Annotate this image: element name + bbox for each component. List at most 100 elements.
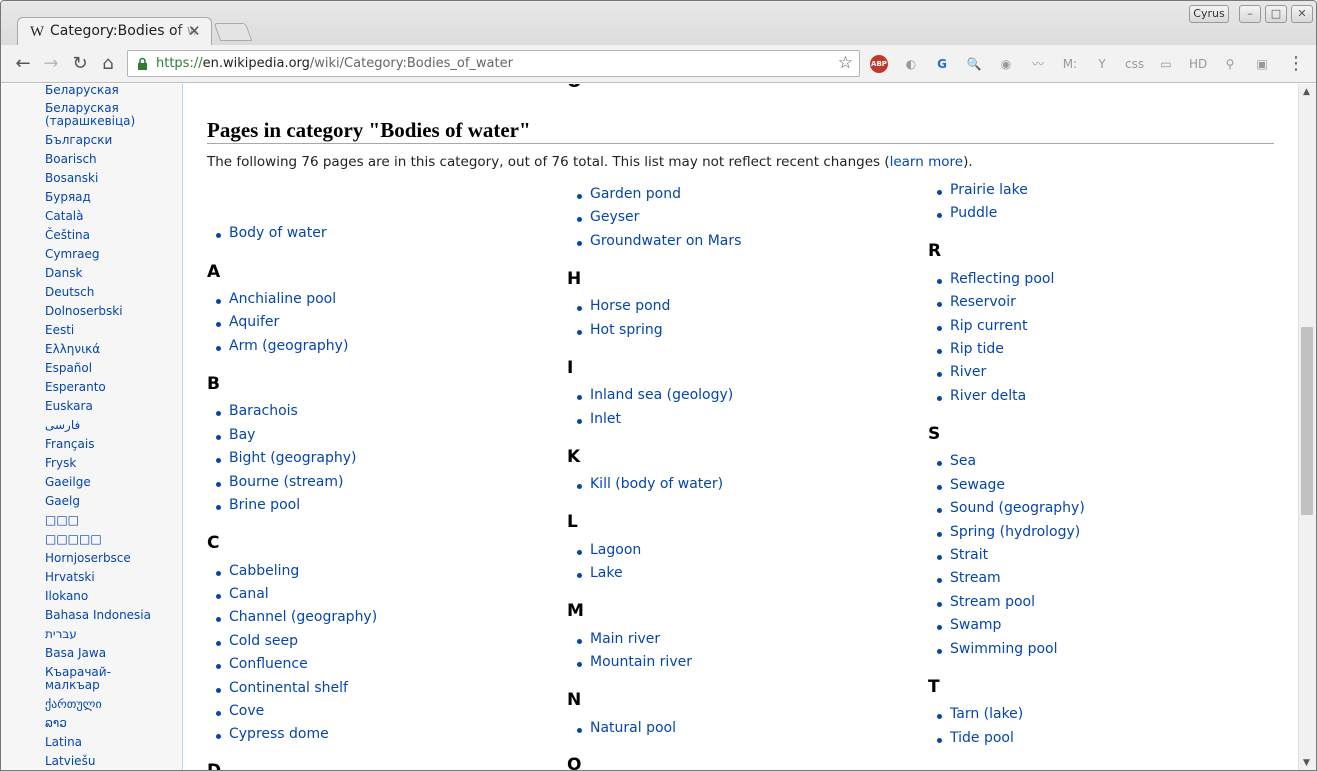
category-page-link[interactable]: Strait [936, 547, 988, 563]
category-page-link[interactable]: Stream pool [936, 594, 1035, 610]
maximize-icon[interactable]: □ [1265, 5, 1287, 23]
language-link[interactable]: Latviešu [45, 755, 95, 768]
mask-icon[interactable]: ▣ [1253, 55, 1271, 73]
category-page-link[interactable]: Cold seep [216, 633, 298, 649]
forward-icon[interactable]: → [39, 52, 63, 76]
css-icon[interactable]: css [1125, 55, 1144, 73]
category-page-link[interactable]: Mountain river [577, 654, 692, 670]
language-link[interactable]: □□□□□ [45, 533, 102, 546]
language-link[interactable]: Deutsch [45, 286, 94, 299]
home-icon[interactable]: ⌂ [96, 52, 120, 76]
reload-icon[interactable]: ↻ [68, 52, 92, 76]
language-link[interactable]: Français [45, 438, 94, 451]
scrollbar[interactable]: ▲ ▼ [1298, 84, 1316, 770]
search-ext-icon[interactable]: 🔍 [965, 55, 983, 73]
folder-icon[interactable]: ▭ [1157, 55, 1175, 73]
language-link[interactable]: Čeština [45, 229, 90, 242]
category-page-link[interactable]: River delta [936, 388, 1026, 404]
bookmark-star-icon[interactable]: ☆ [838, 53, 853, 73]
language-link[interactable]: Беларуская [45, 84, 119, 97]
category-page-link[interactable]: Sound (geography) [937, 500, 1085, 516]
category-page-link[interactable]: Puddle [936, 205, 997, 221]
language-link[interactable]: Ελληνικά [45, 343, 100, 356]
category-page-link[interactable]: Prairie lake [937, 182, 1028, 198]
language-link[interactable]: Hrvatski [45, 571, 95, 584]
language-link[interactable]: ລາວ [45, 717, 67, 730]
category-page-link[interactable]: Swimming pool [937, 641, 1058, 657]
category-page-link[interactable]: Natural pool [577, 720, 676, 736]
category-page-link[interactable]: Channel (geography) [215, 609, 377, 625]
category-page-link[interactable]: Swamp [936, 617, 1001, 633]
category-page-link[interactable]: Tarn (lake) [936, 706, 1023, 722]
category-page-link[interactable]: Continental shelf [216, 680, 348, 696]
category-page-link[interactable]: Cabbeling [215, 563, 299, 579]
category-page-link[interactable]: Lake [577, 565, 623, 581]
category-page-link[interactable]: Inlet [577, 411, 621, 427]
language-link[interactable]: עברית [45, 628, 77, 641]
category-page-link[interactable]: Anchialine pool [215, 291, 336, 307]
hd-icon[interactable]: HD [1189, 55, 1207, 73]
close-tab-icon[interactable]: ✕ [188, 22, 201, 40]
m-icon[interactable]: M: [1061, 55, 1079, 73]
translate-icon[interactable]: G [933, 55, 951, 73]
category-page-link[interactable]: Bay [215, 427, 255, 443]
menu-icon[interactable]: ⋮ [1284, 52, 1308, 76]
category-page-link[interactable]: Reflecting pool [936, 271, 1054, 287]
back-icon[interactable]: ← [11, 52, 35, 76]
category-page-link[interactable]: Tide pool [937, 730, 1014, 746]
language-link[interactable]: Bosanski [45, 172, 98, 185]
address-bar[interactable]: https://en.wikipedia.org/wiki/Category:B… [127, 50, 860, 77]
close-window-icon[interactable]: ✕ [1291, 5, 1313, 23]
language-link[interactable]: Euskara [45, 400, 93, 413]
category-page-link[interactable]: Stream [937, 570, 1001, 586]
category-page-link[interactable]: Rip tide [937, 341, 1004, 357]
language-link[interactable]: Къарачай-малкъар [45, 666, 145, 692]
language-link[interactable]: Català [45, 210, 83, 223]
language-link[interactable]: Basa Jawa [45, 647, 106, 660]
category-page-link[interactable]: Brine pool [215, 497, 300, 513]
minimize-icon[interactable]: – [1239, 5, 1261, 23]
language-link[interactable]: Dolnoserbski [45, 305, 123, 318]
category-page-link[interactable]: Main river [576, 631, 660, 647]
category-page-link[interactable]: Rip current [936, 318, 1027, 334]
active-tab[interactable]: W Category:Bodies of water ✕ [17, 17, 212, 47]
language-link[interactable]: Буряад [45, 191, 91, 204]
category-page-link[interactable]: Garden pond [577, 186, 681, 202]
category-page-link[interactable]: Bight (geography) [215, 450, 356, 466]
category-page-link[interactable]: Reservoir [937, 294, 1016, 310]
language-link[interactable]: Bahasa Indonesia [45, 609, 151, 622]
scroll-up-icon[interactable]: ▲ [1303, 87, 1310, 97]
language-link[interactable]: Eesti [45, 324, 74, 337]
new-tab-button[interactable] [213, 23, 253, 41]
shield-icon[interactable]: ◐ [902, 55, 920, 73]
category-page-link[interactable]: Kill (body of water) [576, 476, 723, 492]
language-link[interactable]: Boarisch [45, 153, 97, 166]
language-link[interactable]: Gaeilge [45, 476, 91, 489]
category-page-link[interactable]: Arm (geography) [215, 338, 348, 354]
language-link[interactable]: فارسی [45, 419, 80, 432]
scrollbar-thumb[interactable] [1301, 327, 1313, 515]
category-page-link[interactable]: Cypress dome [216, 726, 329, 742]
scroll-down-icon[interactable]: ▼ [1303, 758, 1310, 768]
language-link[interactable]: Latina [45, 736, 82, 749]
category-page-link[interactable]: Horse pond [576, 298, 670, 314]
language-link[interactable]: Frysk [45, 457, 76, 470]
abp-icon[interactable]: ABP [870, 55, 888, 73]
language-link[interactable]: Esperanto [45, 381, 106, 394]
category-page-link[interactable]: Sewage [936, 477, 1005, 493]
category-page-link[interactable]: Hot spring [577, 322, 663, 338]
y-icon[interactable]: Y [1093, 55, 1111, 73]
category-page-link[interactable]: Aquifer [215, 314, 279, 330]
language-link[interactable]: Gaelg [45, 495, 80, 508]
feather-icon[interactable]: 〰 [1029, 55, 1047, 73]
language-link[interactable]: Español [45, 362, 92, 375]
category-page-link[interactable]: River [936, 364, 986, 380]
category-page-link[interactable]: Lagoon [576, 542, 641, 558]
language-link[interactable]: □□□ [45, 514, 79, 527]
language-link[interactable]: Ilokano [45, 590, 88, 603]
category-page-link[interactable]: Barachois [216, 403, 298, 419]
language-link[interactable]: Dansk [45, 267, 82, 280]
language-link[interactable]: Български [45, 134, 112, 147]
category-page-link[interactable]: Canal [216, 586, 269, 602]
language-link[interactable]: ქართული [45, 698, 102, 711]
